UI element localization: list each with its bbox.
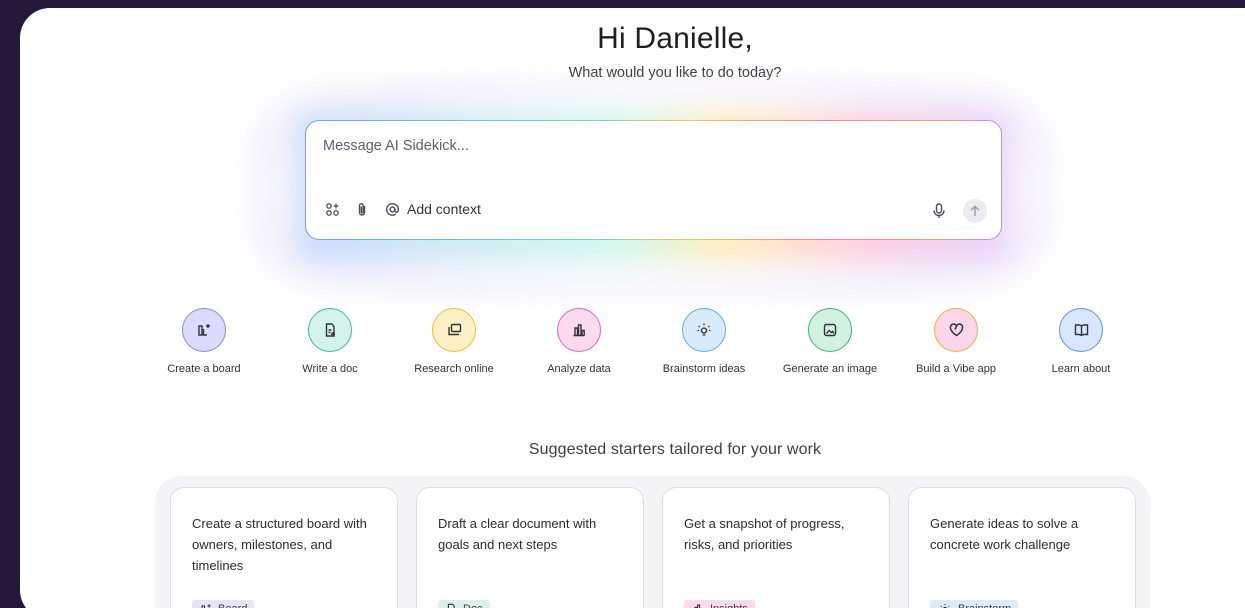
add-context-button[interactable]: Add context bbox=[384, 201, 481, 217]
starter-card-tag-label: Insights bbox=[710, 603, 748, 608]
quick-action-label: Brainstorm ideas bbox=[662, 363, 746, 375]
quick-action-generate-an-image[interactable]: Generate an image bbox=[775, 308, 885, 375]
quick-action-build-a-vibe-app[interactable]: Build a Vibe app bbox=[901, 308, 1011, 375]
starter-card-doc[interactable]: Draft a clear document with goals and ne… bbox=[416, 487, 644, 608]
image-icon bbox=[823, 323, 837, 337]
quick-action-learn-about[interactable]: Learn about bbox=[1026, 308, 1136, 375]
quick-action-circle[interactable] bbox=[308, 308, 352, 352]
quick-action-circle[interactable] bbox=[1059, 308, 1103, 352]
tools-icon[interactable] bbox=[324, 201, 340, 217]
quick-action-create-a-board[interactable]: Create a board bbox=[149, 308, 259, 375]
book-icon bbox=[1074, 323, 1089, 337]
starter-card-tag: Brainstorm bbox=[930, 600, 1019, 608]
at-icon bbox=[384, 201, 400, 217]
quick-action-label: Learn about bbox=[1051, 363, 1111, 375]
starter-card-tag-label: Board bbox=[218, 603, 247, 608]
add-context-label: Add context bbox=[407, 201, 481, 217]
starter-card-insights[interactable]: Get a snapshot of progress, risks, and p… bbox=[662, 487, 890, 608]
message-input-box[interactable]: Message AI Sidekick... Add context bbox=[305, 120, 1002, 240]
quick-action-label: Analyze data bbox=[547, 363, 611, 375]
quick-action-label: Generate an image bbox=[782, 363, 878, 375]
prompt-toolbar: Add context bbox=[324, 201, 481, 217]
heart-icon bbox=[949, 323, 964, 337]
doc-icon bbox=[324, 323, 337, 337]
starter-card-board[interactable]: Create a structured board with owners, m… bbox=[170, 487, 398, 608]
starter-card-text: Create a structured board with owners, m… bbox=[192, 516, 367, 573]
greeting-title: Hi Danielle, bbox=[597, 22, 753, 55]
quick-action-write-a-doc[interactable]: Write a doc bbox=[275, 308, 385, 375]
send-icon bbox=[970, 205, 980, 217]
quick-action-brainstorm-ideas[interactable]: Brainstorm ideas bbox=[649, 308, 759, 375]
starter-card-tag: Insights bbox=[684, 600, 755, 608]
quick-action-circle[interactable] bbox=[682, 308, 726, 352]
attach-icon[interactable] bbox=[354, 201, 370, 217]
quick-actions: Create a board Write a doc Research online… bbox=[155, 308, 1155, 388]
starter-card-tag-label: Doc bbox=[463, 603, 483, 608]
board-icon bbox=[201, 604, 212, 608]
starter-card-brainstorm[interactable]: Generate ideas to solve a concrete work … bbox=[908, 487, 1136, 608]
chart-icon bbox=[693, 604, 704, 608]
quick-action-label: Write a doc bbox=[302, 363, 358, 375]
starter-card-text: Generate ideas to solve a concrete work … bbox=[930, 516, 1079, 552]
quick-action-analyze-data[interactable]: Analyze data bbox=[524, 308, 634, 375]
quick-action-circle[interactable] bbox=[182, 308, 226, 352]
research-icon bbox=[447, 323, 462, 337]
starter-card-tag: Board bbox=[192, 600, 255, 608]
quick-action-label: Create a board bbox=[167, 363, 241, 375]
send-button[interactable] bbox=[963, 199, 987, 223]
starter-card-tag: Doc bbox=[438, 600, 490, 608]
home-canvas: Hi Danielle, What would you like to do t… bbox=[20, 8, 1245, 608]
mic-icon[interactable] bbox=[932, 203, 946, 219]
board-icon bbox=[197, 323, 211, 337]
suggested-starters-title: Suggested starters tailored for your wor… bbox=[528, 441, 822, 458]
quick-action-circle[interactable] bbox=[432, 308, 476, 352]
quick-action-label: Research online bbox=[414, 363, 494, 375]
message-input[interactable]: Message AI Sidekick... bbox=[323, 138, 469, 154]
bulb-icon bbox=[939, 603, 951, 608]
chart-icon bbox=[572, 323, 586, 337]
quick-action-circle[interactable] bbox=[808, 308, 852, 352]
doc-icon bbox=[446, 603, 456, 608]
quick-action-research-online[interactable]: Research online bbox=[399, 308, 509, 375]
starter-card-tag-label: Brainstorm bbox=[958, 603, 1011, 608]
quick-action-circle[interactable] bbox=[557, 308, 601, 352]
starter-card-text: Draft a clear document with goals and ne… bbox=[438, 516, 597, 552]
quick-action-label: Build a Vibe app bbox=[916, 363, 996, 375]
starter-card-text: Get a snapshot of progress, risks, and p… bbox=[684, 516, 845, 552]
quick-action-circle[interactable] bbox=[934, 308, 978, 352]
bulb-icon bbox=[696, 322, 712, 338]
